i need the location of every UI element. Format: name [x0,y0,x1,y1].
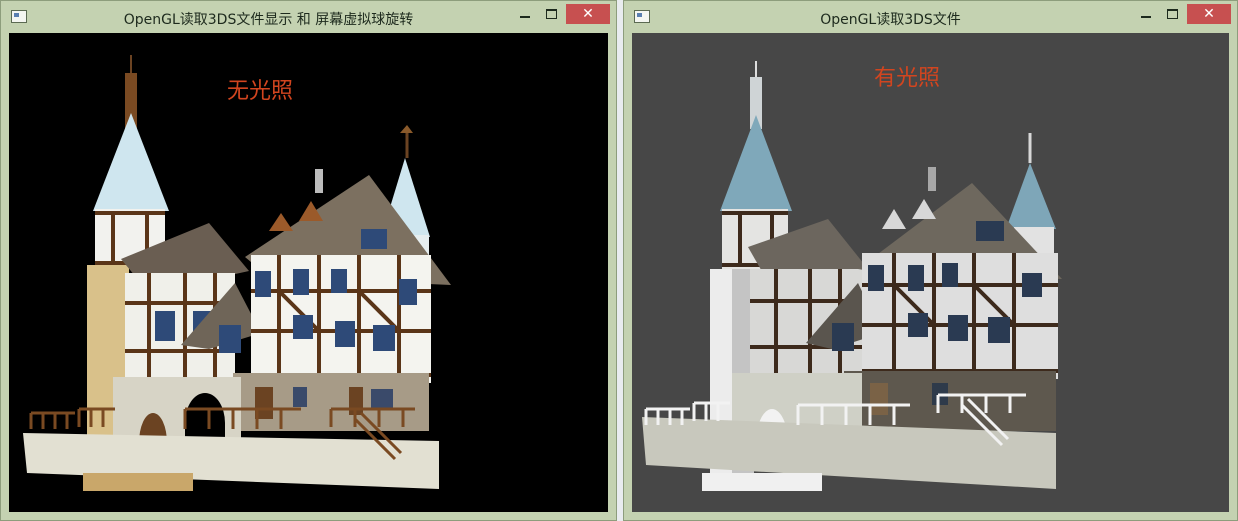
minimize-icon [1141,16,1151,18]
maximize-button[interactable] [538,4,564,24]
maximize-button[interactable] [1159,4,1185,24]
lighting-label: 无光照 [227,79,294,104]
close-icon: ✕ [582,6,594,22]
window-title: OpenGL读取3DS文件显示 和 屏幕虚拟球旋转 [123,12,414,28]
castle-model-lit [642,61,1062,491]
close-button[interactable]: ✕ [566,4,610,24]
opengl-window-lit[interactable]: OpenGL读取3DS文件 ✕ 有光照 [623,0,1238,521]
opengl-window-unlit[interactable]: OpenGL读取3DS文件显示 和 屏幕虚拟球旋转 ✕ 无光照 [0,0,617,521]
title-bar[interactable]: OpenGL读取3DS文件显示 和 屏幕虚拟球旋转 ✕ [1,1,616,33]
close-icon: ✕ [1203,6,1215,22]
maximize-icon [545,9,557,19]
lighting-label: 有光照 [874,66,941,91]
render-viewport[interactable]: 无光照 [9,33,608,512]
castle-model-unlit [23,55,451,491]
window-title: OpenGL读取3DS文件 [820,12,961,28]
minimize-icon [520,16,530,18]
maximize-icon [1166,9,1178,19]
app-icon[interactable] [634,10,650,23]
app-icon[interactable] [11,10,27,23]
minimize-button[interactable] [1133,4,1159,24]
title-bar[interactable]: OpenGL读取3DS文件 ✕ [624,1,1237,33]
render-viewport[interactable]: 有光照 [632,33,1229,512]
close-button[interactable]: ✕ [1187,4,1231,24]
minimize-button[interactable] [512,4,538,24]
